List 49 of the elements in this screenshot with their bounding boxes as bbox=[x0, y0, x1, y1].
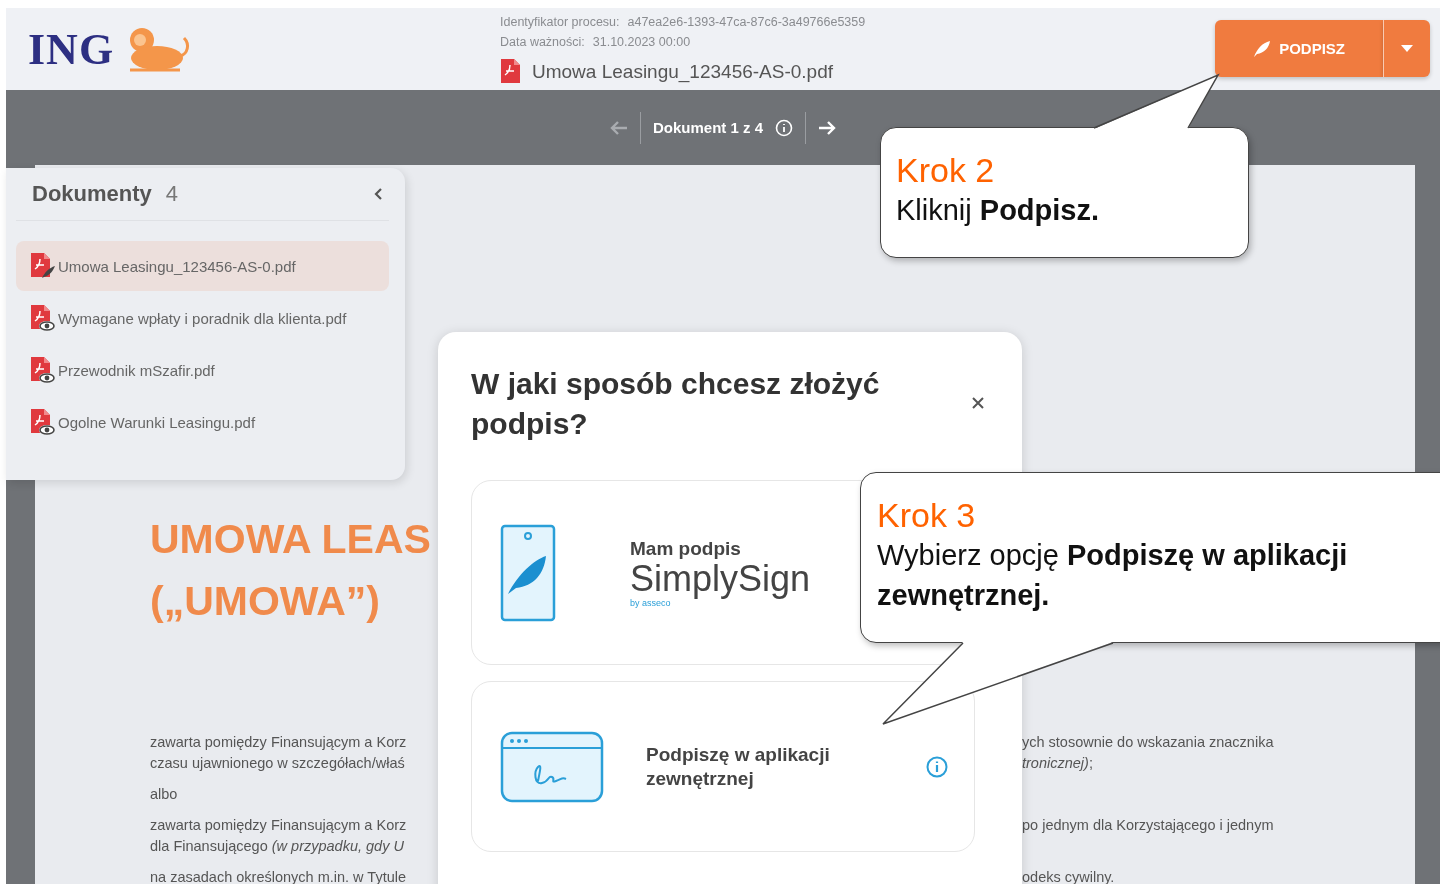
document-item[interactable]: Ogolne Warunki Leasingu.pdf bbox=[16, 397, 389, 447]
feather-icon bbox=[1253, 39, 1272, 58]
option-caption: Mam podpis bbox=[630, 537, 742, 560]
document-name: Umowa Leasingu_123456-AS-0.pdf bbox=[58, 257, 296, 275]
document-text: dla Finansującego (w przypadku, gdy U bbox=[150, 837, 405, 856]
arrow-right-icon[interactable] bbox=[818, 119, 836, 136]
process-id-label: Identyfikator procesu: bbox=[500, 14, 620, 31]
browser-signature-icon bbox=[500, 730, 604, 803]
caret-icon bbox=[1401, 45, 1413, 52]
document-item[interactable]: Umowa Leasingu_123456-AS-0.pdf bbox=[16, 241, 389, 291]
sign-button[interactable]: PODPISZ bbox=[1215, 20, 1383, 77]
expiry-label: Data ważności: bbox=[500, 34, 585, 51]
document-text: albo bbox=[150, 785, 179, 804]
document-name: Ogolne Warunki Leasingu.pdf bbox=[58, 413, 256, 431]
document-item[interactable]: Przewodnik mSzafir.pdf bbox=[16, 345, 389, 395]
document-text: ych stosownie do wskazania znacznika bbox=[1022, 733, 1275, 752]
document-counter: Dokument 1 z 4 bbox=[653, 119, 763, 136]
callout-text: Kliknij Podpisz. bbox=[896, 193, 1101, 228]
panel-title: Dokumenty bbox=[32, 181, 152, 207]
logo-byline: by asseco bbox=[630, 597, 671, 608]
document-text: zawarta pomiędzy Finansującym a Korz bbox=[150, 733, 408, 752]
pdf-signature-icon bbox=[30, 252, 56, 280]
process-id: a47ea2e6-1393-47ca-87c6-3a49766e5359 bbox=[627, 14, 866, 31]
info-icon[interactable] bbox=[926, 755, 948, 778]
document-text: czasu ujawnionego w szczegółach/właś bbox=[150, 754, 406, 773]
pdf-view-icon bbox=[30, 304, 56, 332]
option-label: Podpiszę w aplikacji zewnętrznej bbox=[646, 742, 831, 791]
close-icon[interactable] bbox=[971, 396, 985, 410]
expiry-date: 31.10.2023 00:00 bbox=[592, 34, 691, 51]
document-name: Przewodnik mSzafir.pdf bbox=[58, 361, 215, 379]
document-count: 4 bbox=[165, 181, 179, 207]
option-card[interactable]: Podpiszę w aplikacji zewnętrznej bbox=[471, 681, 975, 852]
dialog-title: W jaki sposób chcesz złożyć podpis? bbox=[471, 366, 881, 442]
document-item[interactable]: Wymagane wpłaty i poradnik dla klienta.pdf bbox=[16, 293, 389, 343]
callout-heading: Krok 3 bbox=[877, 495, 977, 535]
callout-heading: Krok 2 bbox=[896, 150, 996, 190]
file-name: Umowa Leasingu_123456-AS-0.pdf bbox=[532, 61, 834, 83]
pdf-view-icon bbox=[30, 408, 56, 436]
document-text: tronicznej); bbox=[1022, 754, 1094, 773]
document-text: po jednym dla Korzystającego i jednym bbox=[1022, 816, 1275, 835]
phone-feather-icon bbox=[500, 523, 556, 622]
chevron-left-icon[interactable] bbox=[373, 187, 383, 201]
pdf-view-icon bbox=[30, 356, 56, 384]
simplysign-logo-text: SimplySign bbox=[630, 559, 811, 598]
document-text: zawarta pomiędzy Finansującym a Korz bbox=[150, 816, 408, 835]
document-title: UMOWA LEAS bbox=[150, 515, 432, 564]
document-title: („UMOWA”) bbox=[150, 577, 381, 626]
bank-logo-text: ING bbox=[28, 23, 115, 75]
document-name: Wymagane wpłaty i poradnik dla klienta.pdf bbox=[58, 309, 347, 327]
